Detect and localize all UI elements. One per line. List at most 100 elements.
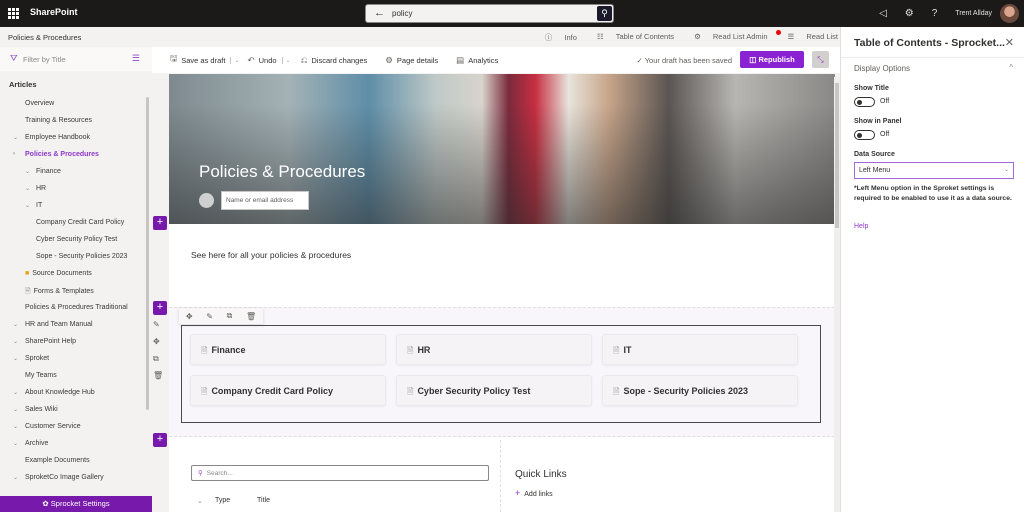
chevron-down-icon[interactable]: ⌄ [230,56,239,64]
show-title-toggle[interactable] [854,97,875,107]
chevron-down-icon[interactable]: ⌄ [13,389,18,396]
toc-card[interactable]: 🗎 Company Credit Card Policy [190,375,386,406]
chevron-down-icon[interactable]: ⌄ [13,440,18,447]
nav-item[interactable]: ⌄ SharePoint Help [13,338,76,350]
nav-item[interactable]: ⌄ Customer Service [13,423,81,435]
add-section-button[interactable]: + [153,433,167,447]
nav-item[interactable]: Policies & Procedures Traditional [25,304,128,316]
filter-input[interactable]: Filter by Title [23,55,66,64]
chevron-up-icon[interactable]: ^ [1009,63,1013,72]
toc-card[interactable]: 🗎 HR [396,334,592,365]
waffle-icon[interactable] [8,8,19,19]
app-name[interactable]: SharePoint [30,7,78,17]
nav-item[interactable]: ⌄ Sproket [13,355,49,367]
nav-item[interactable]: ⌄ SproketCo Image Gallery [13,474,104,486]
data-source-dropdown[interactable]: Left Menu ⌄ [854,162,1014,179]
author-input[interactable]: Name or email address [221,191,309,210]
nav-item[interactable]: Cyber Security Policy Test [36,236,117,248]
nav-item[interactable]: ⌄ Finance [25,168,61,180]
nav-item[interactable]: Example Documents [25,457,90,469]
nav-item[interactable]: ⌄ About Knowledge Hub [13,389,95,401]
nav-item[interactable]: ⌄ Archive [13,440,48,452]
help-link[interactable]: Help [854,223,868,230]
nav-item[interactable]: Company Credit Card Policy [36,219,124,231]
nav-item[interactable]: ⌄ HR and Team Manual [13,321,93,333]
show-in-panel-toggle[interactable] [854,130,875,140]
add-section-button[interactable]: + [153,301,167,315]
close-icon[interactable]: ✕ [1005,36,1014,49]
chevron-right-icon[interactable]: › [13,151,15,157]
search-icon[interactable]: ⚲ [597,6,612,21]
chevron-down-icon[interactable]: ⌄ [13,338,18,345]
gear-icon[interactable]: ⚙ [905,8,914,19]
scrollbar-thumb[interactable] [835,83,839,228]
page-title[interactable]: Policies & Procedures [199,162,365,182]
edit-section-icon[interactable]: ✎ [153,320,160,329]
nav-item[interactable]: Overview [25,100,54,112]
site-name[interactable]: Policies & Procedures [8,33,81,42]
edit-icon[interactable]: ✎ [206,312,213,321]
display-options-header[interactable]: Display Options [854,64,910,73]
search-box[interactable]: ← policy ⚲ [365,4,614,23]
undo-button[interactable]: ↶ Undo ⌄ [247,55,290,66]
back-arrow-icon[interactable]: ← [374,7,385,19]
help-icon[interactable]: ? [932,8,938,19]
nav-item[interactable]: ⌄ Employee Handbook [13,134,90,146]
analytics-button[interactable]: ▤ Analytics [456,55,498,66]
page-details-button[interactable]: ⚙ Page details [385,55,438,66]
toc-card[interactable]: 🗎 IT [602,334,798,365]
add-section-button[interactable]: + [153,216,167,230]
chevron-down-icon[interactable]: ⌄ [13,321,18,328]
nav-item[interactable]: ⌄ HR [25,185,46,197]
table-of-contents-button[interactable]: ☷ Table of Contents [587,32,674,43]
chevron-down-icon[interactable]: ⌄ [25,202,30,209]
delete-section-icon[interactable]: 🗑 [153,371,163,380]
nav-item[interactable]: Training & Resources [25,117,92,129]
toc-card[interactable]: 🗎 Sope - Security Policies 2023 [602,375,798,406]
duplicate-icon[interactable]: ⧉ [227,311,233,321]
chevron-down-icon[interactable]: ⌄ [25,168,30,175]
collapse-icon[interactable]: ⤡ [812,51,829,68]
chevron-down-icon[interactable]: ⌄ [13,134,18,141]
nav-item-label: My Teams [25,372,57,379]
avatar[interactable] [1000,4,1019,23]
list-view-icon[interactable]: ☰ [132,53,140,64]
column-header-type[interactable]: Type [215,497,230,504]
sprocket-settings-button[interactable]: ✿ Sprocket Settings [0,496,152,512]
nav-item[interactable]: 🗎 Forms & Templates [25,287,94,299]
list-search-input[interactable]: ⚲ Search... [191,465,489,481]
info-button[interactable]: ⓘ Info [535,32,577,43]
chevron-down-icon[interactable]: ⌄ [13,474,18,481]
megaphone-icon[interactable]: ◁ [879,8,887,19]
chevron-down-icon[interactable]: ⌄ [13,423,18,430]
read-list-button[interactable]: ☰ Read List [775,30,838,43]
chevron-down-icon[interactable]: ⌄ [197,497,203,505]
add-links-button[interactable]: + Add links [515,488,553,498]
nav-item[interactable]: ■ Source Documents [25,270,92,282]
user-name[interactable]: Trent Allday [955,10,992,17]
chevron-down-icon[interactable]: ⌄ [281,56,291,64]
nav-scrollbar[interactable] [146,97,149,410]
column-header-title[interactable]: Title [257,497,270,504]
nav-item[interactable]: Sope - Security Policies 2023 [36,253,127,265]
toc-webpart[interactable]: 🗎 Finance 🗎 HR 🗎 IT 🗎 Company Credit Card Po… [181,325,821,423]
save-draft-button[interactable]: 🖫 Save as draft ⌄ [170,53,239,67]
read-list-admin-button[interactable]: ⚙ Read List Admin [684,32,767,43]
nav-item[interactable]: ⌄ IT [25,202,42,214]
nav-item[interactable]: My Teams [25,372,57,384]
toc-card[interactable]: 🗎 Finance [190,334,386,365]
move-section-icon[interactable]: ✥ [153,337,160,346]
duplicate-section-icon[interactable]: ⧉ [153,354,159,364]
chevron-down-icon[interactable]: ⌄ [13,406,18,413]
discard-changes-button[interactable]: ⎌ Discard changes [301,55,368,66]
intro-text[interactable]: See here for all your policies & procedu… [191,250,351,260]
nav-item[interactable]: ⌄ Sales Wiki [13,406,58,418]
search-input[interactable]: policy [392,9,412,18]
nav-item[interactable]: › Policies & Procedures [13,151,99,163]
move-icon[interactable]: ✥ [186,312,193,321]
chevron-down-icon[interactable]: ⌄ [25,185,30,192]
toc-card[interactable]: 🗎 Cyber Security Policy Test [396,375,592,406]
delete-icon[interactable]: 🗑 [246,312,256,321]
chevron-down-icon[interactable]: ⌄ [13,355,18,362]
republish-button[interactable]: ◫ Republish [740,51,804,68]
